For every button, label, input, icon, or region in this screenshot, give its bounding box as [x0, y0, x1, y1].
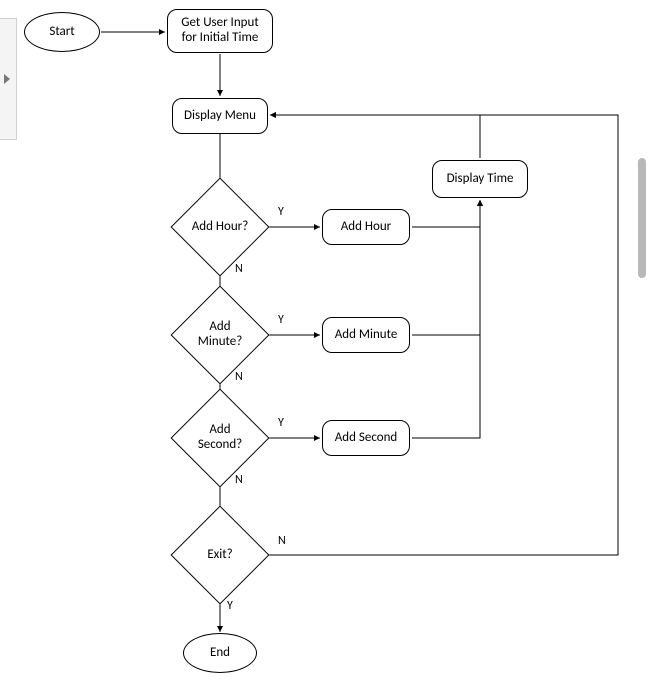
node-add-second-q: Add Second? [185, 403, 255, 473]
label-y-exit: Y [227, 599, 233, 613]
node-add-minute-q: Add Minute? [185, 300, 255, 370]
node-exit-q-label: Exit? [207, 548, 232, 563]
node-add-second-label: Add Second [335, 431, 397, 446]
label-n-minute: N [235, 370, 243, 384]
node-end: End [183, 633, 257, 673]
node-add-hour: Add Hour [322, 209, 410, 245]
flowchart-canvas: Start Get User Input for Initial Time Di… [0, 0, 649, 681]
node-display-time-label: Display Time [447, 172, 514, 187]
node-exit-q: Exit? [185, 520, 255, 590]
label-y-second: Y [278, 416, 284, 430]
node-start: Start [24, 12, 100, 52]
node-add-second-q-label: Add Second? [191, 423, 249, 453]
label-n-hour: N [235, 262, 243, 276]
node-add-minute-q-label: Add Minute? [191, 320, 249, 350]
node-add-minute-label: Add Minute [335, 328, 398, 343]
node-get-input-label: Get User Input for Initial Time [174, 16, 266, 46]
vertical-scrollbar[interactable] [638, 158, 646, 278]
node-add-second: Add Second [322, 420, 410, 456]
label-n-exit: N [278, 534, 286, 548]
node-add-hour-q-label: Add Hour? [192, 220, 248, 235]
node-add-hour-label: Add Hour [341, 220, 391, 235]
node-end-label: End [210, 646, 230, 661]
node-display-menu-label: Display Menu [184, 109, 256, 124]
left-expand-handle[interactable] [0, 18, 17, 140]
label-y-hour: Y [278, 205, 284, 219]
node-get-input: Get User Input for Initial Time [167, 9, 273, 53]
node-start-label: Start [49, 25, 74, 40]
label-y-minute: Y [278, 313, 284, 327]
node-display-time: Display Time [432, 160, 528, 198]
node-add-minute: Add Minute [322, 317, 410, 353]
node-add-hour-q: Add Hour? [185, 192, 255, 262]
node-display-menu: Display Menu [172, 98, 268, 134]
label-n-second: N [235, 473, 243, 487]
